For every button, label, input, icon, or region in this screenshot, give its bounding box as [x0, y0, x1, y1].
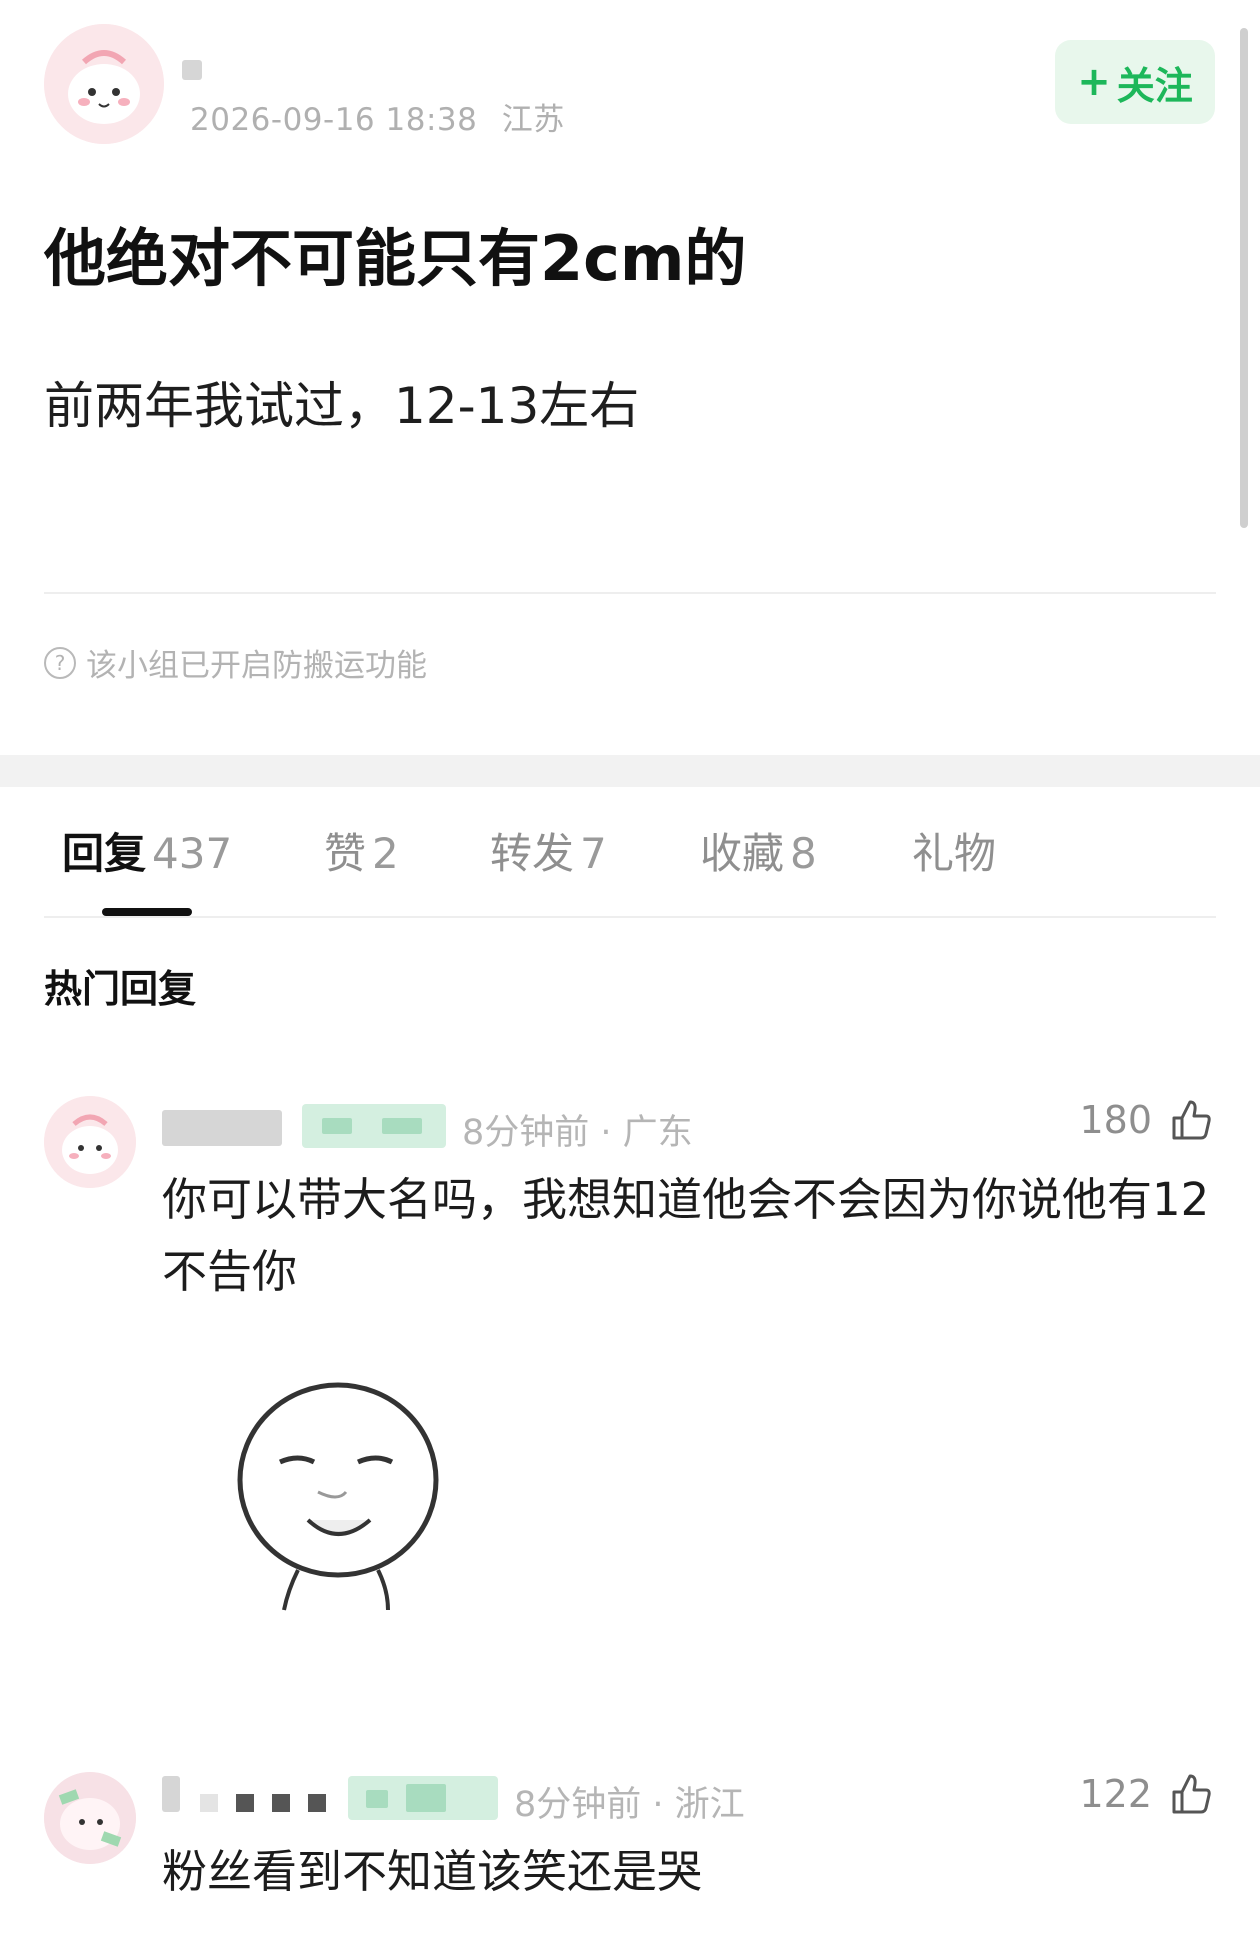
commenter-avatar[interactable]	[44, 1096, 136, 1188]
tab-label: 回复	[62, 829, 147, 878]
commenter-name-redacted-2	[200, 1794, 326, 1812]
tab-replies[interactable]: 回复 437	[62, 820, 232, 881]
tab-gifts[interactable]: 礼物	[912, 820, 1002, 881]
comment-time: 8分钟前	[462, 1113, 590, 1153]
cartoon-avatar-icon	[44, 1096, 136, 1188]
tab-count: 437	[152, 829, 233, 878]
follow-button[interactable]: + 关注	[1055, 40, 1215, 124]
comment-location: 浙江	[674, 1785, 745, 1825]
comment-meta: 8分钟前 · 浙江	[514, 1785, 745, 1825]
cartoon-avatar-icon	[44, 24, 164, 144]
tab-label: 收藏	[700, 829, 785, 878]
notice-text: 该小组已开启防搬运功能	[86, 648, 427, 684]
post-meta: 2026-09-16 18:38 江苏	[190, 94, 565, 139]
post-location: 江苏	[501, 102, 565, 138]
tab-label: 礼物	[912, 829, 997, 878]
post-timestamp: 2026-09-16 18:38	[190, 102, 478, 138]
like-button[interactable]: 122	[1079, 1770, 1214, 1818]
tab-favorites[interactable]: 收藏 8	[700, 820, 817, 881]
comment-time: 8分钟前	[514, 1785, 642, 1825]
commenter-badge-redacted	[348, 1776, 498, 1820]
section-separator	[0, 755, 1260, 787]
author-avatar[interactable]	[44, 24, 164, 144]
question-circle-icon[interactable]: ?	[44, 646, 76, 679]
meme-sticker[interactable]	[228, 1380, 448, 1620]
plus-icon: +	[1077, 59, 1111, 105]
like-button[interactable]: 180	[1079, 1096, 1214, 1144]
tab-reposts[interactable]: 转发 7	[490, 820, 607, 881]
post-body: 前两年我试过，12-13左右	[44, 377, 640, 435]
follow-label: 关注	[1116, 63, 1193, 108]
content-divider	[44, 592, 1216, 594]
commenter-badge-redacted	[302, 1104, 446, 1148]
commenter-name-redacted	[162, 1776, 180, 1812]
tab-label: 赞	[324, 829, 367, 878]
comment-meta: 8分钟前 · 广东	[462, 1113, 693, 1153]
interaction-tabs: 回复 437 赞2 转发 7 收藏 8 礼物	[44, 820, 1216, 916]
author-name-redacted	[182, 60, 202, 80]
commenter-name-redacted	[162, 1110, 282, 1146]
tab-label: 转发	[490, 829, 575, 878]
thumbs-up-icon	[1172, 1100, 1211, 1140]
thumbs-up-icon	[1172, 1774, 1211, 1814]
commenter-avatar[interactable]	[44, 1772, 136, 1864]
post-title: 他绝对不可能只有2cm的	[44, 222, 747, 295]
smiling-face-sticker-icon	[237, 1382, 439, 1611]
anti-repost-notice: ? 该小组已开启防搬运功能	[44, 640, 427, 685]
scrollbar[interactable]	[1240, 28, 1248, 528]
like-count: 180	[1079, 1098, 1152, 1142]
hot-replies-heading: 热门回复	[44, 967, 197, 1011]
comment-text: 粉丝看到不知道该笑还是哭	[162, 1845, 703, 1898]
tab-count: 8	[790, 829, 817, 878]
cartoon-avatar-icon	[44, 1772, 136, 1864]
tabs-divider	[44, 916, 1216, 918]
tab-count: 2	[372, 829, 399, 878]
tab-count: 7	[580, 829, 607, 878]
comment-location: 广东	[622, 1113, 693, 1153]
active-tab-indicator	[102, 908, 192, 916]
like-count: 122	[1079, 1772, 1152, 1816]
tab-likes[interactable]: 赞2	[324, 820, 399, 881]
comment-text: 你可以带大名吗，我想知道他会不会因为你说他有12不告你	[162, 1173, 1210, 1298]
